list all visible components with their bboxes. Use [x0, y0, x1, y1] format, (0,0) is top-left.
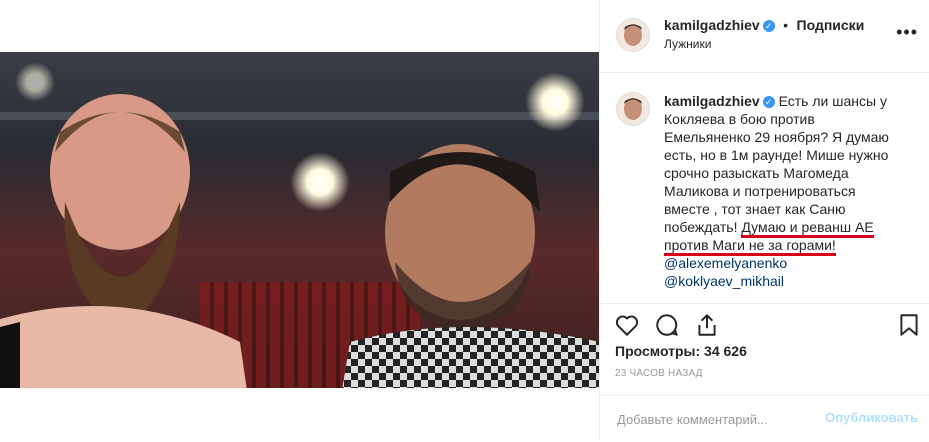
caption-text: побеждать! — [664, 219, 738, 235]
caption-text: срочно разыскать Магомеда — [664, 165, 849, 181]
verified-icon: ✓ — [762, 96, 775, 109]
view-count: Просмотры: 34 626 — [615, 343, 747, 359]
comment-input[interactable] — [615, 408, 819, 430]
video-frame[interactable] — [0, 52, 599, 388]
mention-link[interactable]: @koklyaev_mikhail — [664, 272, 914, 290]
comment-icon[interactable] — [654, 312, 680, 338]
header-user-row: kamilgadzhiev ✓ • Подписки — [664, 17, 864, 35]
caption: kamilgadzhiev ✓ Есть ли шансы у Кокляева … — [664, 92, 914, 290]
caption-text: Кокляева в бою против — [664, 111, 815, 127]
person-left — [0, 94, 247, 388]
action-bar — [600, 303, 929, 344]
heart-icon[interactable] — [614, 312, 640, 338]
bookmark-icon[interactable] — [896, 312, 922, 338]
comment-box: Опубликовать — [600, 395, 929, 442]
avatar-face-icon — [624, 98, 642, 120]
caption-text: Есть ли шансы у — [778, 93, 887, 109]
caption-avatar[interactable] — [616, 92, 650, 126]
post-header: kamilgadzhiev ✓ • Подписки Лужники ••• — [600, 0, 929, 73]
verified-icon: ✓ — [762, 19, 775, 32]
separator-dot: • — [783, 17, 789, 33]
caption-text: Маликова и потренироваться — [664, 183, 856, 199]
post-media[interactable] — [0, 0, 599, 441]
post-time[interactable]: 23 ЧАСОВ НАЗАД — [615, 368, 703, 379]
caption-highlight: Думаю и реванш АЕ — [741, 219, 874, 238]
follow-button[interactable]: Подписки — [797, 17, 865, 33]
caption-text: вместе , тот знает как Саню — [664, 201, 846, 217]
arena-light — [525, 72, 585, 132]
share-icon[interactable] — [694, 312, 720, 338]
caption-text: есть, но в 1м раунде! Мише нужно — [664, 147, 889, 163]
avatar-face-icon — [624, 24, 642, 46]
avatar[interactable] — [616, 18, 650, 52]
location-link[interactable]: Лужники — [664, 37, 711, 51]
mention-link[interactable]: @alexemelyanenko — [664, 254, 914, 272]
publish-button[interactable]: Опубликовать — [825, 410, 918, 425]
post-sidebar: kamilgadzhiev ✓ • Подписки Лужники ••• ka… — [599, 0, 929, 441]
header-username[interactable]: kamilgadzhiev — [664, 17, 760, 33]
caption-username[interactable]: kamilgadzhiev — [664, 93, 760, 109]
person-right — [342, 144, 599, 388]
caption-text: Емельяненко 29 ноября? Я думаю — [664, 129, 889, 145]
more-icon[interactable]: ••• — [896, 22, 918, 43]
